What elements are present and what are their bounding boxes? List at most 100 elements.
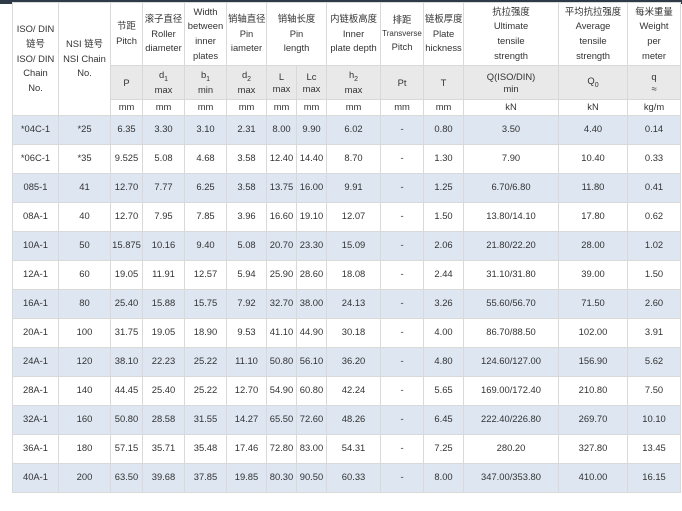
header-line: between	[187, 20, 224, 32]
table-cell: 085-1	[12, 172, 59, 203]
table-row: 10A-1 50 15.875 10.16 9.40 5.08 20.70 23.30 15.0…	[12, 230, 682, 261]
symbol-main: d2	[241, 69, 252, 84]
table-cell: -	[380, 259, 425, 290]
table-cell: 120	[58, 346, 111, 377]
header-roller: 滚子直径 Roller diameter	[142, 2, 185, 66]
symbol-main: q	[651, 71, 657, 83]
table-cell: 28.58	[142, 404, 185, 435]
table-cell: 18.08	[326, 259, 382, 290]
table-cell: 6.35	[110, 114, 143, 145]
table-cell: 39.68	[142, 462, 185, 493]
table-cell: -	[380, 433, 425, 464]
table-cell: 90.50	[295, 462, 328, 493]
table-cell: 80.30	[266, 462, 297, 493]
table-cell: -	[380, 143, 425, 174]
table-cell: 5.65	[423, 375, 465, 406]
table-cell: 102.00	[558, 317, 629, 348]
header-tensile: 抗拉强度 Ultimate tensile strength	[463, 2, 560, 66]
table-cell: 50	[58, 230, 111, 261]
table-cell: 15.875	[110, 230, 143, 261]
symbol-main: T	[440, 76, 447, 88]
table-cell: 23.30	[295, 230, 328, 261]
table-cell: 1.30	[423, 143, 465, 174]
table-cell: 12.40	[266, 143, 297, 174]
table-cell: 9.525	[110, 143, 143, 174]
table-cell: 20.70	[266, 230, 297, 261]
table-cell: 3.58	[226, 172, 267, 203]
table-cell: 72.60	[295, 404, 328, 435]
symbol-qualifier: max	[272, 82, 291, 94]
table-cell: 31.10/31.80	[463, 259, 560, 290]
symbol-main: P	[123, 76, 130, 88]
table-cell: 2.44	[423, 259, 465, 290]
header-line: NSI Chain	[63, 52, 106, 64]
table-cell: 7.25	[423, 433, 465, 464]
table-cell: 28.00	[558, 230, 629, 261]
table-cell: 5.08	[142, 143, 185, 174]
table-cell: 12.70	[110, 172, 143, 203]
table-cell: 25.90	[266, 259, 297, 290]
table-cell: 1.50	[627, 259, 682, 290]
table-row: *04C-1 *25 6.35 3.30 3.10 2.31 8.00 9.90 6.02-0.…	[12, 114, 682, 145]
unit-cell: mm	[326, 99, 382, 116]
header-line: Roller	[151, 27, 176, 39]
symbol-cell: Lc max	[295, 65, 328, 100]
table-cell: 40A-1	[12, 462, 59, 493]
table-cell: -	[380, 462, 425, 493]
header-line: NSI 链号	[66, 37, 103, 49]
table-cell: 140	[58, 375, 111, 406]
table-cell: 0.33	[627, 143, 682, 174]
table-cell: 4.80	[423, 346, 465, 377]
table-cell: 65.50	[266, 404, 297, 435]
header-line: 链号	[26, 37, 45, 49]
table-cell: 9.90	[295, 114, 328, 145]
symbol-main: d1	[158, 69, 169, 84]
table-cell: 180	[58, 433, 111, 464]
header-depth: 内链板高度 Inner plate depth	[326, 2, 382, 66]
unit-cell: mm	[184, 99, 227, 116]
header-line: Weight	[639, 20, 669, 32]
header-line: Ultimate	[493, 20, 529, 32]
table-cell: 3.26	[423, 288, 465, 319]
header-line: Transverse	[382, 28, 422, 38]
table-cell: 19.10	[295, 201, 328, 232]
table-cell: 39.00	[558, 259, 629, 290]
header-iso: ISO/ DIN 链号 ISO/ DIN Chain No.	[12, 2, 59, 116]
header-pitch: 节距 Pitch	[110, 2, 143, 66]
table-cell: 80	[58, 288, 111, 319]
symbol-main: Lc	[306, 71, 317, 83]
symbol-index: 1	[206, 76, 211, 84]
table-cell: 83.00	[295, 433, 328, 464]
table-cell: 19.05	[110, 259, 143, 290]
table-cell: 5.94	[226, 259, 267, 290]
table-cell: 3.50	[463, 114, 560, 145]
table-cell: 12.57	[184, 259, 227, 290]
table-cell: 55.60/56.70	[463, 288, 560, 319]
unit-cell: mm	[226, 99, 267, 116]
header-line: diameter	[145, 42, 182, 54]
header-line: No.	[28, 81, 43, 93]
table-cell: 1.25	[423, 172, 465, 203]
symbol-main: Q(ISO/DIN)	[486, 71, 536, 83]
table-cell: 12.07	[326, 201, 382, 232]
table-cell: 100	[58, 317, 111, 348]
symbol-cell: d2 max	[226, 65, 267, 100]
unit-cell: mm	[423, 99, 465, 116]
symbol-cell: h2 max	[326, 65, 382, 100]
table-cell: 20A-1	[12, 317, 59, 348]
table-cell: 0.62	[627, 201, 682, 232]
unit-cell: kN	[463, 99, 560, 116]
table-cell: 327.80	[558, 433, 629, 464]
table-cell: 10.40	[558, 143, 629, 174]
table-cell: 6.70/6.80	[463, 172, 560, 203]
table-cell: 169.00/172.40	[463, 375, 560, 406]
symbol-qualifier: max	[154, 84, 173, 96]
table-cell: 36.20	[326, 346, 382, 377]
header-pin: 销轴直径 Pin iameter	[226, 2, 267, 66]
header-line: Inner	[342, 27, 365, 39]
table-cell: 5.08	[226, 230, 267, 261]
header-line: strength	[494, 49, 528, 61]
table-cell: 3.96	[226, 201, 267, 232]
table-cell: 38.00	[295, 288, 328, 319]
table-cell: 15.09	[326, 230, 382, 261]
